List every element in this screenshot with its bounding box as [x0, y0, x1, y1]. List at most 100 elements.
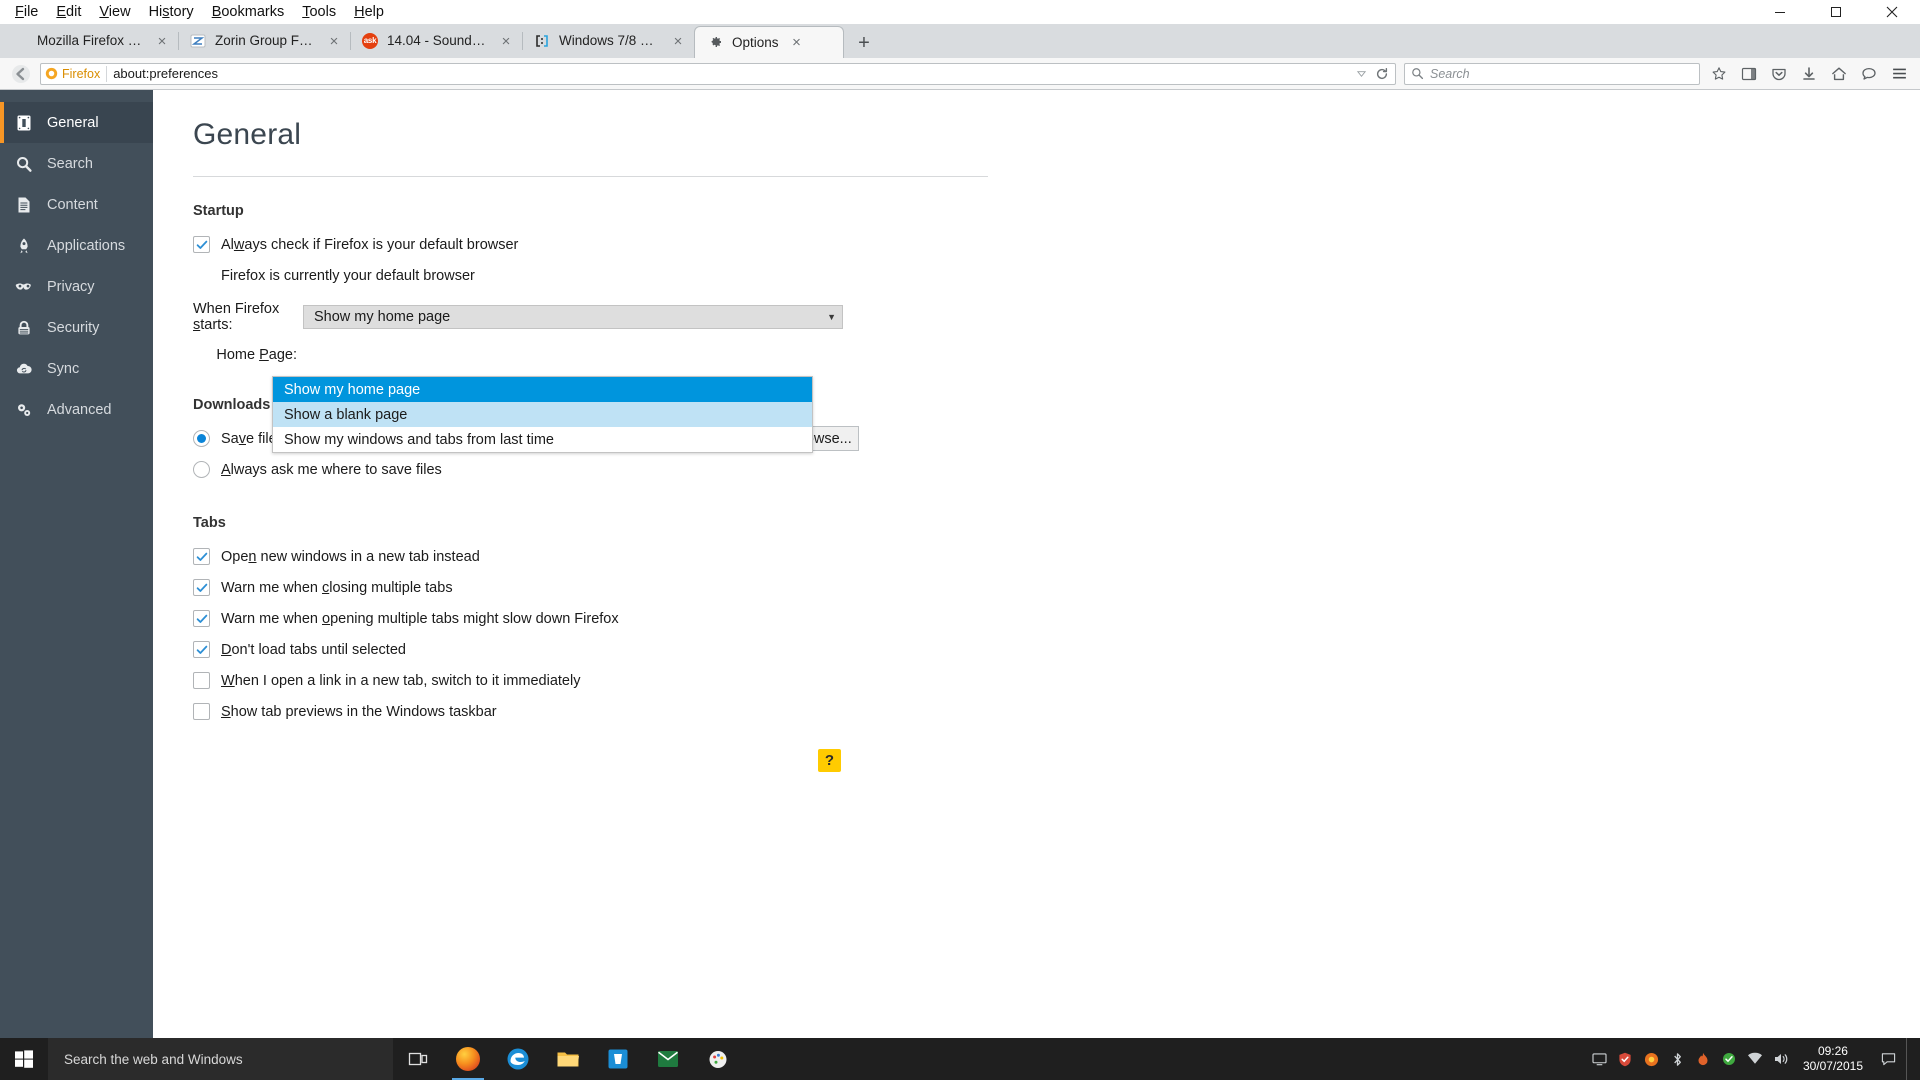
tray-green-icon[interactable] — [1721, 1051, 1738, 1068]
taskbar-clock[interactable]: 09:26 30/07/2015 — [1799, 1044, 1871, 1074]
sidebar-item-general[interactable]: General — [0, 102, 153, 143]
menu-view[interactable]: View — [90, 1, 139, 23]
switch-immediately-label: When I open a link in a new tab, switch … — [221, 672, 581, 689]
tab-label: 14.04 - Sound not working ... — [387, 33, 488, 48]
tab-mozilla-firefox-start-page[interactable]: Mozilla Firefox Start Page × — [0, 24, 178, 58]
tab-options[interactable]: Options × — [694, 26, 844, 58]
switch-immediately-checkbox[interactable] — [193, 672, 210, 689]
sidebar-item-privacy[interactable]: Privacy — [0, 266, 153, 307]
dropdown-option-show-last-time[interactable]: Show my windows and tabs from last time — [273, 427, 812, 452]
new-tab-button[interactable]: + — [850, 28, 878, 58]
tray-volume-icon[interactable] — [1773, 1051, 1790, 1068]
sidebar-item-search[interactable]: Search — [0, 143, 153, 184]
tab-close-button[interactable]: × — [326, 33, 342, 50]
dropmarker-icon[interactable] — [1356, 68, 1367, 79]
store-taskbar-icon[interactable] — [593, 1038, 643, 1080]
start-button[interactable] — [0, 1038, 48, 1080]
search-bar[interactable]: Search — [1404, 62, 1700, 85]
clock-date: 30/07/2015 — [1802, 1059, 1863, 1073]
when-firefox-starts-select[interactable]: Show my home page ▼ — [303, 305, 843, 329]
tab-previews-checkbox[interactable] — [193, 703, 210, 720]
tray-action-center-icon[interactable] — [1880, 1051, 1897, 1068]
windows-logo-icon — [15, 1050, 33, 1068]
tray-shield-icon[interactable] — [1617, 1051, 1634, 1068]
sidebar-item-label: Sync — [47, 360, 80, 377]
sync-cloud-icon — [14, 359, 34, 379]
home-page-label: Home Page: — [216, 347, 297, 363]
tray-bluetooth-icon[interactable] — [1669, 1051, 1686, 1068]
identity-box[interactable]: Firefox — [45, 65, 108, 82]
sidebar-item-advanced[interactable]: Advanced — [0, 389, 153, 430]
tab-zorin-group-forum[interactable]: Zorin Group Forum • Post a reply × — [178, 24, 350, 58]
sidebar-item-applications[interactable]: Applications — [0, 225, 153, 266]
reading-list-button[interactable] — [1736, 61, 1762, 87]
tab-close-button[interactable]: × — [154, 33, 170, 50]
menu-file[interactable]: File — [6, 1, 47, 23]
tray-flame-icon[interactable] — [1695, 1051, 1712, 1068]
menu-bookmarks[interactable]: Bookmarks — [203, 1, 294, 23]
tray-firefox-icon[interactable] — [1643, 1051, 1660, 1068]
edge-taskbar-icon[interactable] — [493, 1038, 543, 1080]
warn-closing-checkbox[interactable] — [193, 579, 210, 596]
tab-windows-no-sound[interactable]: Windows 7/8 no sound (aft... × — [522, 24, 694, 58]
firefox-identity-icon — [45, 67, 58, 80]
menu-button[interactable] — [1886, 61, 1912, 87]
tabs-section: Tabs Open new windows in a new tab inste… — [193, 515, 1920, 727]
address-bar[interactable]: Firefox about:preferences — [40, 62, 1396, 85]
default-browser-checkbox[interactable] — [193, 236, 210, 253]
downloads-button[interactable] — [1796, 61, 1822, 87]
show-desktop-button[interactable] — [1906, 1038, 1914, 1080]
always-ask-label: Always ask me where to save files — [221, 461, 442, 478]
pocket-button[interactable] — [1766, 61, 1792, 87]
tab-label: Mozilla Firefox Start Page — [37, 33, 144, 48]
tabs-option-row: Show tab previews in the Windows taskbar — [193, 696, 1920, 727]
save-files-to-radio[interactable] — [193, 430, 210, 447]
task-view-button[interactable] — [393, 1038, 443, 1080]
tray-network-icon[interactable] — [1747, 1051, 1764, 1068]
sidebar-item-sync[interactable]: Sync — [0, 348, 153, 389]
minimize-icon — [1775, 12, 1785, 13]
open-new-windows-checkbox[interactable] — [193, 548, 210, 565]
reload-icon[interactable] — [1375, 67, 1389, 81]
tab-close-button[interactable]: × — [789, 34, 805, 51]
tray-monitor-icon[interactable] — [1591, 1051, 1608, 1068]
paint-taskbar-icon[interactable] — [693, 1038, 743, 1080]
menu-help[interactable]: Help — [345, 1, 393, 23]
tab-close-button[interactable]: × — [498, 33, 514, 50]
firefox-taskbar-icon[interactable] — [443, 1038, 493, 1080]
url-text: about:preferences — [113, 66, 218, 81]
minimize-button[interactable] — [1752, 0, 1808, 24]
bookmark-star-button[interactable] — [1706, 61, 1732, 87]
maximize-button[interactable] — [1808, 0, 1864, 24]
always-ask-radio[interactable] — [193, 461, 210, 478]
dropdown-option-show-home-page[interactable]: Show my home page — [273, 377, 812, 402]
menu-history[interactable]: History — [140, 1, 203, 23]
checkmark-icon — [196, 240, 207, 249]
warn-opening-checkbox[interactable] — [193, 610, 210, 627]
mask-icon — [14, 277, 34, 297]
menu-tools[interactable]: Tools — [293, 1, 345, 23]
close-button[interactable] — [1864, 0, 1920, 24]
padlock-icon — [14, 318, 34, 338]
browser-window: File Edit View History Bookmarks Tools H… — [0, 0, 1920, 1080]
menu-edit[interactable]: Edit — [47, 1, 90, 23]
when-firefox-starts-dropdown[interactable]: Show my home page Show a blank page Show… — [272, 376, 813, 453]
taskbar-search-box[interactable]: Search the web and Windows — [48, 1038, 393, 1080]
tab-close-button[interactable]: × — [670, 33, 686, 50]
home-button[interactable] — [1826, 61, 1852, 87]
document-icon — [14, 195, 34, 215]
sidebar-item-label: Search — [47, 155, 93, 172]
back-button[interactable] — [8, 61, 34, 87]
address-bar-icons — [1356, 67, 1391, 81]
default-browser-row[interactable]: Always check if Firefox is your default … — [193, 229, 1920, 260]
toolbar-buttons — [1706, 61, 1912, 87]
sidebar-item-security[interactable]: Security — [0, 307, 153, 348]
file-explorer-taskbar-icon[interactable] — [543, 1038, 593, 1080]
mail-taskbar-icon[interactable] — [643, 1038, 693, 1080]
dropdown-option-show-blank-page[interactable]: Show a blank page — [273, 402, 812, 427]
dont-load-tabs-checkbox[interactable] — [193, 641, 210, 658]
help-button[interactable]: ? — [818, 749, 841, 772]
tab-sound-not-working[interactable]: ask 14.04 - Sound not working ... × — [350, 24, 522, 58]
hello-button[interactable] — [1856, 61, 1882, 87]
sidebar-item-content[interactable]: Content — [0, 184, 153, 225]
